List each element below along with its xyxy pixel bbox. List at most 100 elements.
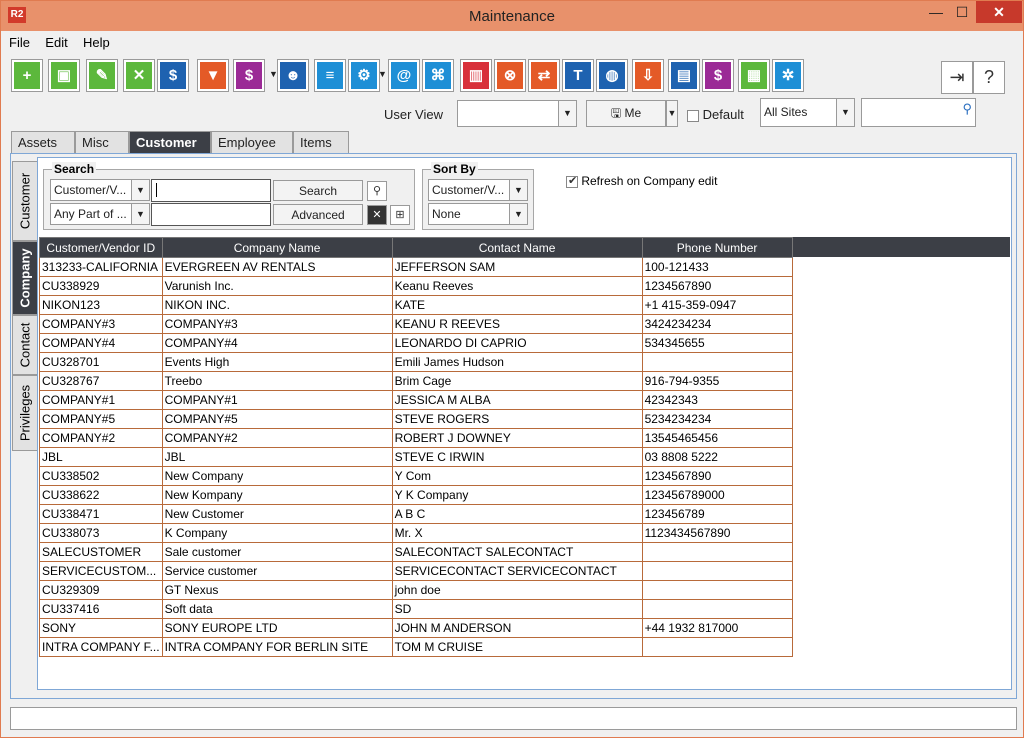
user-button[interactable]: ☻ bbox=[277, 59, 309, 92]
table-row[interactable]: CU338471 New Customer A B C 123456789 bbox=[39, 504, 793, 524]
table-cell: GT Nexus bbox=[161, 580, 393, 600]
table-cell bbox=[641, 580, 793, 600]
refresh-check[interactable] bbox=[566, 174, 578, 188]
side-tab-contact[interactable]: Contact bbox=[12, 315, 38, 375]
search-mode-select[interactable]: Any Part of ... ▼ bbox=[50, 203, 150, 225]
table-row[interactable]: CU338929 Varunish Inc. Keanu Reeves 1234567… bbox=[39, 276, 793, 296]
download-tray-button[interactable]: ⇩ bbox=[632, 59, 664, 92]
column-header[interactable]: Company Name bbox=[161, 237, 393, 258]
search-text-input-2[interactable] bbox=[151, 203, 271, 226]
cancel-box-icon: ⊗ bbox=[497, 62, 523, 89]
table-row[interactable]: CU328767 Treebo Brim Cage 916-794-9355 bbox=[39, 371, 793, 391]
sort-field-select[interactable]: Customer/V... ▼ bbox=[428, 179, 528, 201]
default-checkbox[interactable]: Default bbox=[687, 107, 744, 122]
table-row[interactable]: 313233-CALIFORNIA EVERGREEN AV RENTALS JEF… bbox=[39, 257, 793, 277]
table-row[interactable]: COMPANY#2 COMPANY#2 ROBERT J DOWNEY 1354546… bbox=[39, 428, 793, 448]
table-row[interactable]: CU338073 K Company Mr. X 1123434567890 bbox=[39, 523, 793, 543]
transfer-button[interactable]: ⇄ bbox=[528, 59, 560, 92]
site-search-input[interactable]: ⚲ bbox=[861, 98, 976, 127]
email-at-button[interactable]: @ bbox=[388, 59, 420, 92]
truck-dollar-button[interactable]: $ bbox=[157, 59, 189, 92]
table-row[interactable]: CU338622 New Kompany Y K Company 1234567890… bbox=[39, 485, 793, 505]
barcode-button[interactable]: ▥ bbox=[460, 59, 492, 92]
table-row[interactable]: CU329309 GT Nexus john doe bbox=[39, 580, 793, 600]
save-button[interactable]: ▣ bbox=[48, 59, 80, 92]
table-cell: 534345655 bbox=[641, 333, 793, 353]
cancel-box-button[interactable]: ⊗ bbox=[494, 59, 526, 92]
tab-customer[interactable]: Customer bbox=[129, 131, 211, 153]
me-button[interactable]: 🖫 Me bbox=[586, 100, 666, 127]
column-select-button[interactable]: ⊞ bbox=[390, 205, 410, 225]
network-button[interactable]: ⌘ bbox=[422, 59, 454, 92]
maximize-button[interactable]: ☐ bbox=[949, 1, 975, 23]
search-icon[interactable]: ⚲ bbox=[962, 101, 972, 117]
find-button[interactable]: ⚲ bbox=[367, 181, 387, 201]
table-row[interactable]: NIKON123 NIKON INC. KATE +1 415-359-0947 bbox=[39, 295, 793, 315]
user-network-button[interactable]: ✲ bbox=[772, 59, 804, 92]
exit-button[interactable]: ⇥ bbox=[941, 61, 973, 94]
table-row[interactable]: COMPANY#5 COMPANY#5 STEVE ROGERS 5234234234 bbox=[39, 409, 793, 429]
column-header[interactable]: Phone Number bbox=[641, 237, 793, 258]
dropdown-arrow-icon[interactable]: ▼ bbox=[269, 69, 278, 79]
user-icon: ☻ bbox=[280, 62, 306, 89]
tab-items[interactable]: Items bbox=[293, 131, 349, 153]
me-label: Me bbox=[624, 106, 642, 120]
dollar-button[interactable]: $ bbox=[702, 59, 734, 92]
side-tab-customer[interactable]: Customer bbox=[12, 161, 38, 241]
sort-order-select[interactable]: None ▼ bbox=[428, 203, 528, 225]
table-row[interactable]: CU338502 New Company Y Com 1234567890 bbox=[39, 466, 793, 486]
me-dropdown-button[interactable]: ▼ bbox=[666, 100, 678, 127]
advanced-button[interactable]: Advanced bbox=[273, 204, 363, 225]
menu-edit[interactable]: Edit bbox=[45, 35, 67, 50]
delete-x-button[interactable]: ✕ bbox=[123, 59, 155, 92]
table-row[interactable]: SALECUSTOMER Sale customer SALECONTACT SAL… bbox=[39, 542, 793, 562]
edit-pencil-button[interactable]: ✎ bbox=[86, 59, 118, 92]
dollar-list-button[interactable]: $ bbox=[233, 59, 265, 92]
clear-search-button[interactable]: ✕ bbox=[367, 205, 387, 225]
download-tray-icon: ⇩ bbox=[635, 62, 661, 89]
globe-button[interactable]: ◍ bbox=[596, 59, 628, 92]
maintenance-window: R2 Maintenance — ☐ ✕ File Edit Help + ▣ ✎ ✕… bbox=[0, 0, 1024, 738]
search-field-select[interactable]: Customer/V... ▼ bbox=[50, 179, 150, 201]
minimize-button[interactable]: — bbox=[923, 1, 949, 23]
help-button[interactable]: ? bbox=[973, 61, 1005, 94]
table-row[interactable]: JBL JBL STEVE C IRWIN 03 8808 5222 bbox=[39, 447, 793, 467]
close-window-button[interactable]: ✕ bbox=[976, 1, 1022, 23]
column-header[interactable]: Contact Name bbox=[391, 237, 643, 258]
spreadsheet-button[interactable]: ▦ bbox=[738, 59, 770, 92]
menu-help[interactable]: Help bbox=[83, 35, 110, 50]
tax-button[interactable]: T bbox=[562, 59, 594, 92]
dropdown-arrow-icon[interactable]: ▼ bbox=[378, 69, 387, 79]
table-row[interactable]: COMPANY#3 COMPANY#3 KEANU R REEVES 34242342… bbox=[39, 314, 793, 334]
user-view-select[interactable]: ▼ bbox=[457, 100, 577, 127]
table-row[interactable]: SERVICECUSTOM... Service customer SERVICEC… bbox=[39, 561, 793, 581]
table-row[interactable]: CU328701 Events High Emili James Hudson bbox=[39, 352, 793, 372]
table-row[interactable]: COMPANY#4 COMPANY#4 LEONARDO DI CAPRIO 5343… bbox=[39, 333, 793, 353]
column-header[interactable]: Customer/Vendor ID bbox=[39, 237, 163, 258]
table-row[interactable]: SONY SONY EUROPE LTD JOHN M ANDERSON +44 19… bbox=[39, 618, 793, 638]
dollar-icon: $ bbox=[705, 62, 731, 89]
id-card-button[interactable]: ▤ bbox=[668, 59, 700, 92]
table-row[interactable]: CU337416 Soft data SD bbox=[39, 599, 793, 619]
table-row[interactable]: INTRA COMPANY F... INTRA COMPANY FOR BERL… bbox=[39, 637, 793, 657]
table-row[interactable]: COMPANY#1 COMPANY#1 JESSICA M ALBA 42342343 bbox=[39, 390, 793, 410]
tab-assets[interactable]: Assets bbox=[11, 131, 75, 153]
refresh-on-edit-checkbox[interactable]: Refresh on Company edit bbox=[566, 174, 717, 188]
search-text-input[interactable] bbox=[151, 179, 271, 202]
database-button[interactable]: ≡ bbox=[314, 59, 346, 92]
menu-file[interactable]: File bbox=[9, 35, 30, 50]
filter-funnel-button[interactable]: ▼ bbox=[197, 59, 229, 92]
search-button[interactable]: Search bbox=[273, 180, 363, 201]
sites-select[interactable]: All Sites ▼ bbox=[760, 98, 855, 127]
new-document-button[interactable]: + bbox=[11, 59, 43, 92]
tab-misc[interactable]: Misc bbox=[75, 131, 129, 153]
table-cell: INTRA COMPANY FOR BERLIN SITE bbox=[161, 637, 393, 657]
table-cell: NIKON123 bbox=[39, 295, 163, 315]
default-check[interactable] bbox=[687, 109, 699, 122]
side-tab-privileges[interactable]: Privileges bbox=[12, 375, 38, 451]
table-cell: New Kompany bbox=[161, 485, 393, 505]
tab-employee[interactable]: Employee bbox=[211, 131, 293, 153]
side-tab-company[interactable]: Company bbox=[12, 241, 38, 315]
table-cell: Varunish Inc. bbox=[161, 276, 393, 296]
document-gear-button[interactable]: ⚙ bbox=[348, 59, 380, 92]
